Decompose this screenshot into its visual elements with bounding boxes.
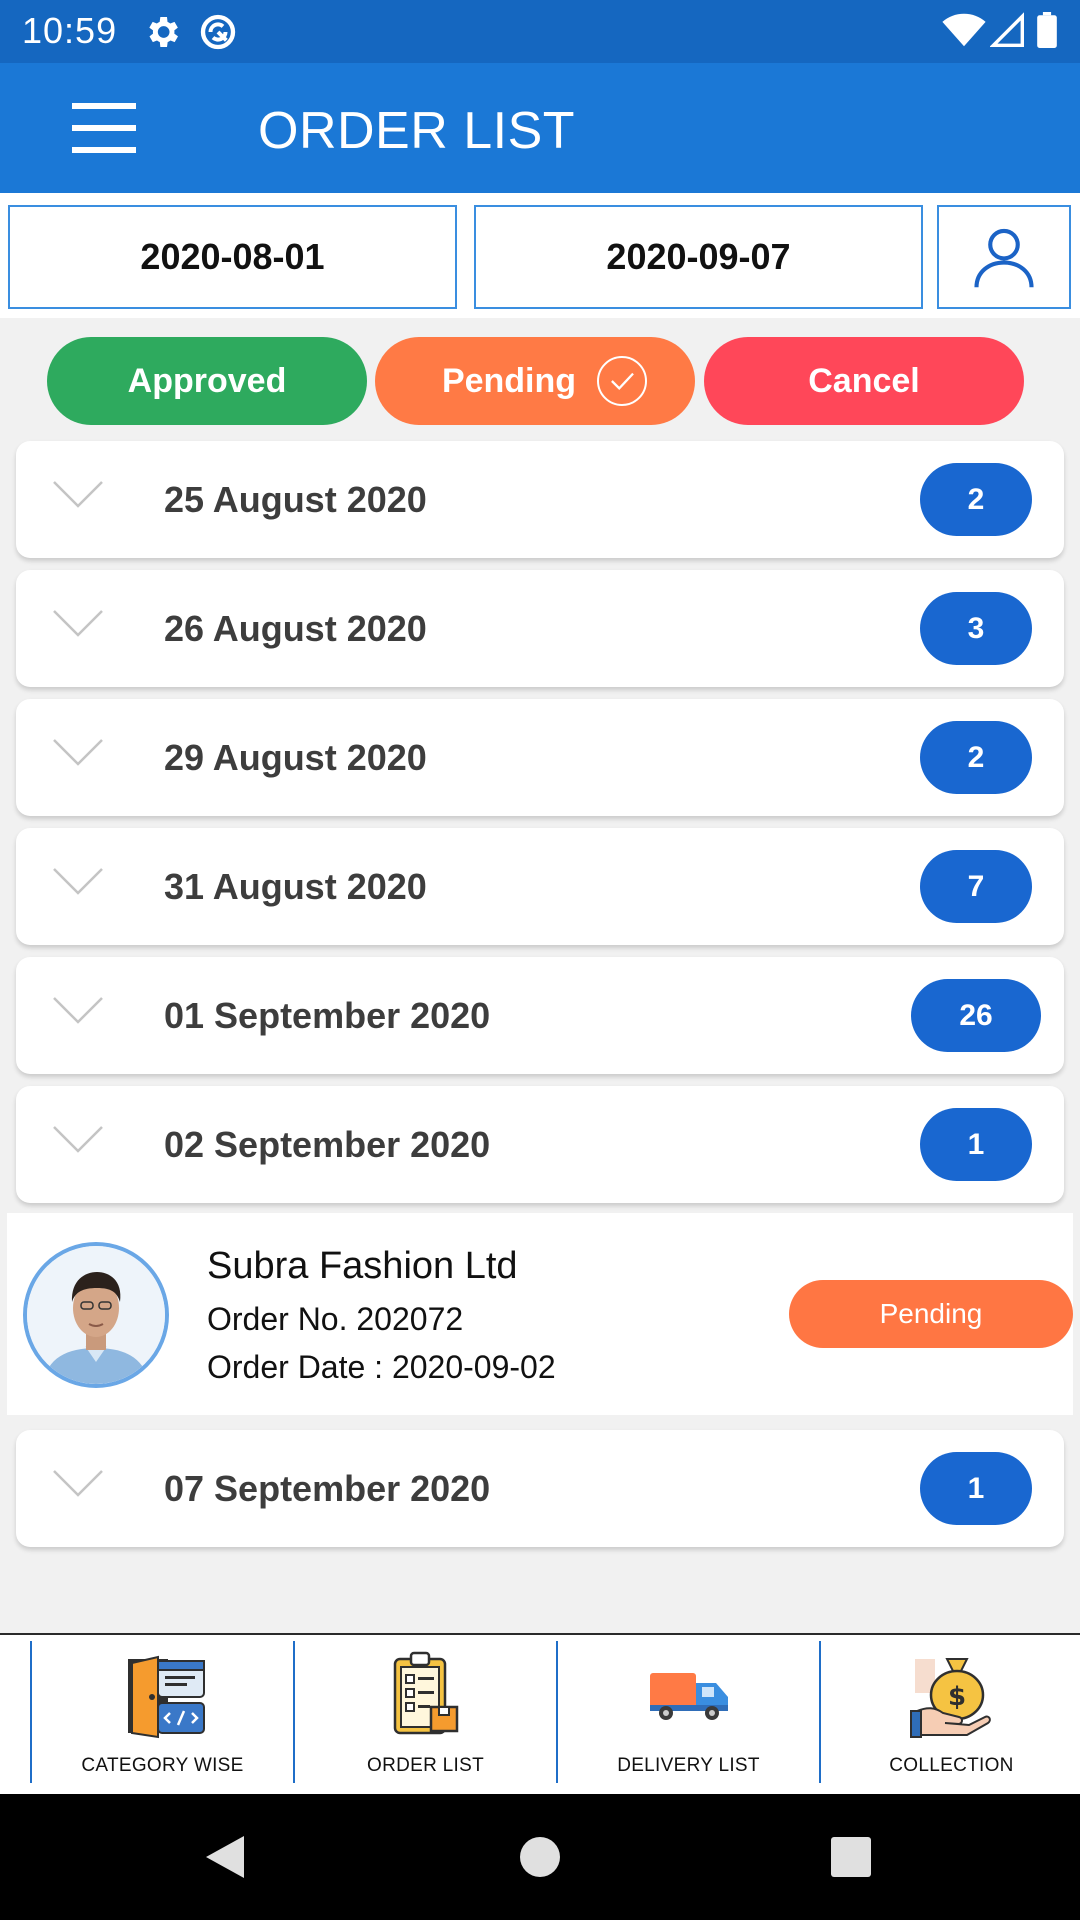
home-icon[interactable] [519, 1836, 561, 1878]
menu-icon [72, 103, 136, 109]
group-date: 26 August 2020 [164, 608, 427, 649]
date-group-expanded[interactable]: 02 September 2020 1 [16, 1086, 1064, 1203]
bottom-navigation: CATEGORY WISE ORDER LIST DELIVERY LIST $… [0, 1633, 1080, 1794]
nav-label: COLLECTION [889, 1755, 1014, 1776]
status-bar: 10:59 [0, 0, 1080, 63]
order-number: Order No. 202072 [207, 1301, 464, 1337]
chevron-down-icon [53, 997, 103, 1024]
avatar [23, 1242, 169, 1388]
chevron-down-icon [53, 1126, 103, 1153]
group-date: 25 August 2020 [164, 479, 427, 520]
money-bag-icon: $ [909, 1658, 991, 1738]
nav-order-list[interactable]: ORDER LIST [294, 1641, 557, 1783]
nav-label: CATEGORY WISE [81, 1755, 244, 1776]
battery-icon [1037, 12, 1057, 48]
order-count-badge: 1 [920, 1108, 1032, 1181]
nav-delivery-list[interactable]: DELIVERY LIST [557, 1641, 820, 1783]
nav-category-wise[interactable]: CATEGORY WISE [31, 1641, 294, 1783]
signal-icon [990, 12, 1024, 47]
date-group[interactable]: 29 August 2020 2 [16, 699, 1064, 816]
group-date: 02 September 2020 [164, 1124, 491, 1165]
approved-tab[interactable]: Approved [47, 337, 367, 425]
recents-icon[interactable] [830, 1836, 872, 1878]
chevron-down-icon [53, 1470, 103, 1497]
order-count-badge: 3 [920, 592, 1032, 665]
date-group[interactable]: 07 September 2020 1 [16, 1430, 1064, 1547]
app-bar: ORDER LIST [0, 63, 1080, 193]
menu-button[interactable] [62, 99, 142, 159]
checkmark-icon [597, 356, 647, 406]
chevron-down-icon [53, 481, 103, 508]
date-group[interactable]: 26 August 2020 3 [16, 570, 1064, 687]
order-count-badge: 2 [920, 721, 1032, 794]
wifi-icon [942, 13, 986, 47]
from-date-field[interactable]: 2020-08-01 [8, 205, 457, 309]
group-date: 07 September 2020 [164, 1468, 491, 1509]
nav-label: ORDER LIST [366, 1755, 485, 1776]
status-time: 10:59 [22, 10, 118, 51]
chevron-down-icon [53, 739, 103, 766]
settings-icon [149, 17, 178, 47]
group-date: 01 September 2020 [164, 995, 491, 1036]
group-date: 31 August 2020 [164, 866, 427, 907]
order-count-badge: 7 [920, 850, 1032, 923]
nav-label: DELIVERY LIST [617, 1755, 760, 1776]
date-group[interactable]: 25 August 2020 2 [16, 441, 1064, 558]
status-badge: Pending [789, 1280, 1073, 1348]
date-group[interactable]: 01 September 2020 26 [16, 957, 1064, 1074]
user-filter-button[interactable] [937, 205, 1071, 309]
order-count-badge: 1 [920, 1452, 1032, 1525]
to-date-field[interactable]: 2020-09-07 [474, 205, 923, 309]
date-filter-bar: 2020-08-01 2020-09-07 [0, 193, 1080, 318]
group-date: 29 August 2020 [164, 737, 427, 778]
order-count-badge: 26 [911, 979, 1041, 1052]
order-date: Order Date : 2020-09-02 [207, 1349, 556, 1385]
date-group[interactable]: 31 August 2020 7 [16, 828, 1064, 945]
person-photo [27, 1246, 165, 1384]
order-count-badge: 2 [920, 463, 1032, 536]
system-navigation-bar [0, 1794, 1080, 1920]
truck-icon [649, 1673, 728, 1720]
pending-tab-label: Pending [441, 361, 577, 400]
nav-collection[interactable]: $ COLLECTION [820, 1641, 1080, 1783]
page-title: ORDER LIST [258, 102, 576, 160]
chevron-down-icon [53, 868, 103, 895]
company-name: Subra Fashion Ltd [207, 1245, 518, 1287]
order-card[interactable]: Subra Fashion Ltd Order No. 202072 Order… [7, 1213, 1073, 1415]
chevron-down-icon [53, 610, 103, 637]
clipboard-icon [393, 1651, 458, 1735]
category-icon [127, 1655, 205, 1739]
back-icon[interactable] [204, 1834, 246, 1880]
pending-tab[interactable]: Pending [375, 337, 695, 425]
user-icon [974, 228, 1034, 288]
sync-icon [200, 14, 236, 50]
svg-text:$: $ [947, 1682, 965, 1712]
cancel-tab[interactable]: Cancel [704, 337, 1024, 425]
